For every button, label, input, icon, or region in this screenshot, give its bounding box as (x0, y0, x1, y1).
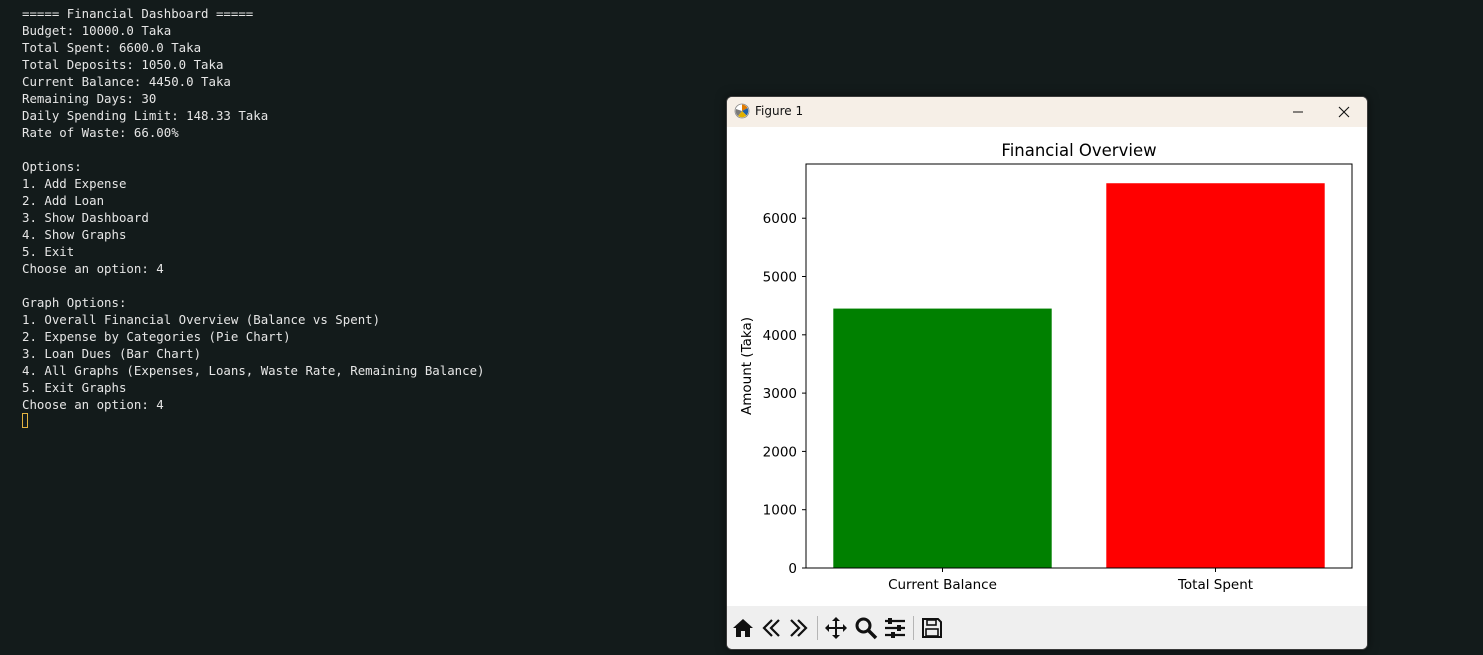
close-icon (1338, 106, 1350, 118)
bar (833, 308, 1052, 568)
x-tick-label: Total Spent (1177, 577, 1253, 593)
terminal-line: Choose an option: 4 (22, 397, 164, 412)
toolbar-separator (817, 616, 818, 640)
terminal-cursor (22, 413, 28, 428)
terminal-line: Choose an option: 4 (22, 261, 164, 276)
home-button[interactable] (730, 615, 756, 641)
back-button[interactable] (758, 615, 784, 641)
y-tick-label: 4000 (763, 328, 797, 344)
zoom-icon (855, 617, 878, 640)
forward-arrow-icon (790, 619, 808, 637)
y-tick-label: 6000 (763, 211, 797, 227)
terminal-line: Total Spent: 6600.0 Taka (22, 40, 202, 55)
home-icon (733, 619, 753, 637)
toolbar-separator (913, 616, 914, 640)
y-axis-label: Amount (Taka) (739, 317, 755, 415)
terminal-line: 5. Exit Graphs (22, 380, 127, 395)
configure-subplots-button[interactable] (882, 615, 908, 641)
configure-subplots-icon (885, 618, 905, 638)
navigation-toolbar (727, 606, 1367, 649)
pan-button[interactable] (823, 615, 849, 641)
terminal-line: 2. Expense by Categories (Pie Chart) (22, 329, 291, 344)
save-icon (922, 618, 942, 638)
terminal-line: 1. Overall Financial Overview (Balance v… (22, 312, 381, 327)
save-button[interactable] (919, 615, 945, 641)
zoom-button[interactable] (853, 615, 879, 641)
y-tick-label: 0 (788, 561, 797, 577)
terminal-line: 4. Show Graphs (22, 227, 127, 242)
terminal-line: Budget: 10000.0 Taka (22, 23, 172, 38)
terminal-line: 3. Loan Dues (Bar Chart) (22, 346, 202, 361)
terminal-line: Total Deposits: 1050.0 Taka (22, 57, 224, 72)
chart-title: Financial Overview (1001, 141, 1156, 160)
terminal-line: Rate of Waste: 66.00% (22, 125, 179, 140)
plot-area[interactable]: Financial Overview Current Balance Total S… (727, 127, 1367, 606)
y-tick-label: 3000 (763, 386, 797, 402)
figure-window[interactable]: Figure 1 Financial Overview Current Bala… (726, 96, 1368, 650)
back-arrow-icon (762, 619, 780, 637)
terminal-line: 1. Add Expense (22, 176, 127, 191)
figure-title: Figure 1 (755, 104, 804, 118)
terminal-line: Daily Spending Limit: 148.33 Taka (22, 108, 269, 123)
terminal-line: Remaining Days: 30 (22, 91, 157, 106)
terminal-line: 2. Add Loan (22, 193, 105, 208)
terminal-line: ===== Financial Dashboard ===== (22, 6, 254, 21)
terminal-line: Graph Options: (22, 295, 127, 310)
figure-titlebar[interactable]: Figure 1 (727, 97, 1367, 127)
y-tick-label: 1000 (763, 503, 797, 519)
terminal-line: 4. All Graphs (Expenses, Loans, Waste Ra… (22, 363, 485, 378)
matplotlib-app-icon (734, 103, 750, 119)
close-button[interactable] (1321, 97, 1367, 127)
y-tick-label: 2000 (763, 444, 797, 460)
terminal-line: Options: (22, 159, 82, 174)
terminal-line: Current Balance: 4450.0 Taka (22, 74, 231, 89)
y-tick-label: 5000 (763, 270, 797, 286)
pan-icon (825, 617, 847, 639)
x-tick-label: Current Balance (888, 577, 997, 593)
forward-button[interactable] (786, 615, 812, 641)
terminal-line: 5. Exit (22, 244, 75, 259)
bar (1106, 183, 1325, 568)
bar-chart: Financial Overview Current Balance Total S… (739, 141, 1353, 593)
terminal-output: ===== Financial Dashboard ===== Budget: 1… (22, 5, 485, 413)
terminal-line: 3. Show Dashboard (22, 210, 149, 225)
